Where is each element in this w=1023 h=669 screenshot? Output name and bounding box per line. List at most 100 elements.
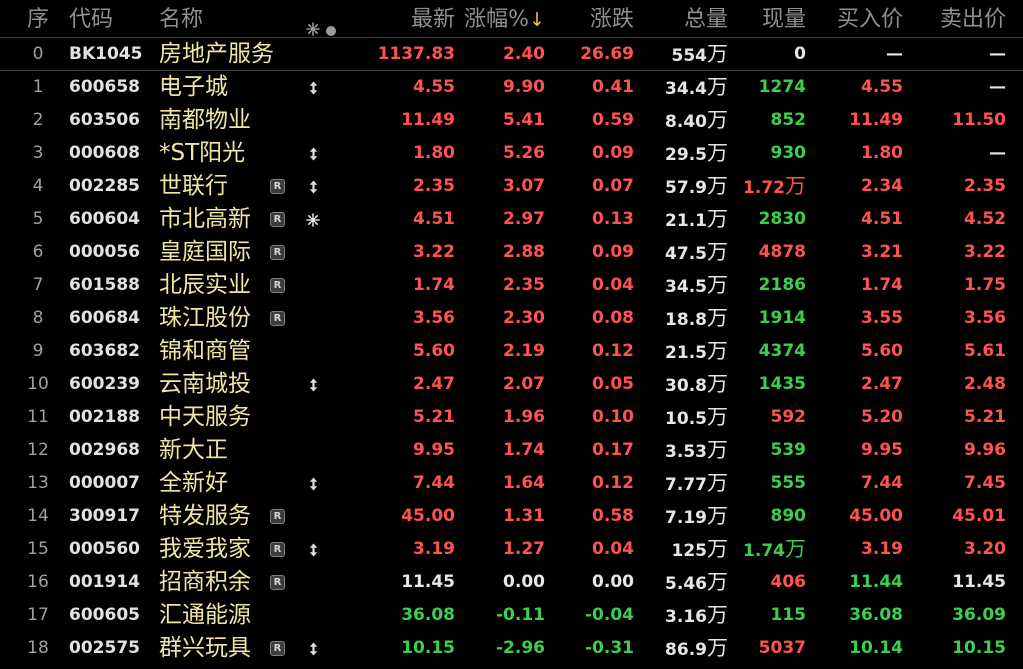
current-volume: 539 xyxy=(770,440,807,460)
current-volume: 592 xyxy=(770,407,807,427)
table-row[interactable]: 11 002188 中天服务 5.21 1.96 0.10 10.5万 592 5.20 5.21 xyxy=(0,401,1023,434)
unit-wan: 万 xyxy=(707,240,728,264)
row-index: 11 xyxy=(27,407,49,427)
change-amount: 0.00 xyxy=(592,572,634,592)
latest-price: 9.95 xyxy=(413,440,455,460)
table-row[interactable]: 13 000007 全新好 7.44 1.64 0.12 7.77万 555 7.44 7.45 xyxy=(0,467,1023,500)
ask-price: 9.96 xyxy=(964,440,1006,460)
latest-price: 2.35 xyxy=(413,176,455,196)
change-amount: 0.12 xyxy=(592,341,634,361)
change-amount: 0.17 xyxy=(592,440,634,460)
total-volume: 7.19万 xyxy=(665,504,728,528)
latest-price: 5.21 xyxy=(413,407,455,427)
ask-price: 10.15 xyxy=(952,638,1006,658)
margin-badge: R xyxy=(270,641,285,656)
stock-code: 000560 xyxy=(69,539,140,559)
change-percent: 2.07 xyxy=(503,374,545,394)
change-amount: -0.04 xyxy=(585,605,634,625)
unit-wan: 万 xyxy=(707,537,728,561)
column-header-flags[interactable] xyxy=(306,2,340,37)
column-header-index[interactable]: 序 xyxy=(18,2,58,37)
total-volume: 7.77万 xyxy=(665,471,728,495)
stock-name: 汇通能源 xyxy=(159,602,251,628)
table-row[interactable]: 7 601588 北辰实业 R 1.74 2.35 0.04 34.5万 2186 1.74 1.7… xyxy=(0,269,1023,302)
stock-name: 珠江股份 xyxy=(159,305,251,331)
total-volume: 21.1万 xyxy=(665,207,728,231)
table-row[interactable]: 18 002575 群兴玩具 R 10.15 -2.96 -0.31 86.9万 5037 10.… xyxy=(0,632,1023,665)
total-volume: 57.9万 xyxy=(665,174,728,198)
column-header-latest[interactable]: 最新 xyxy=(411,2,455,37)
table-row[interactable]: 16 001914 招商积余 R 11.45 0.00 0.00 5.46万 406 11.44 1… xyxy=(0,566,1023,599)
table-row[interactable]: 9 603682 锦和商管 5.60 2.19 0.12 21.5万 4374 5.60 5.61 xyxy=(0,335,1023,368)
margin-badge: R xyxy=(270,179,285,194)
total-volume: 21.5万 xyxy=(665,339,728,363)
row-index: 14 xyxy=(27,506,49,526)
change-percent: 1.74 xyxy=(503,440,545,460)
change-percent: 2.35 xyxy=(503,275,545,295)
table-row[interactable]: 6 000056 皇庭国际 R 3.22 2.88 0.09 47.5万 4878 3.21 3.2… xyxy=(0,236,1023,269)
bid-price: 3.55 xyxy=(861,308,903,328)
margin-badge: R xyxy=(270,542,285,557)
table-row[interactable]: 10 600239 云南城投 2.47 2.07 0.05 30.8万 1435 2.47 2.4… xyxy=(0,368,1023,401)
change-percent: -0.11 xyxy=(496,605,545,625)
bid-price: — xyxy=(886,44,903,64)
row-index: 2 xyxy=(32,110,44,130)
latest-price: 5.60 xyxy=(413,341,455,361)
column-header-current-volume[interactable]: 现量 xyxy=(762,2,806,37)
change-percent: 2.19 xyxy=(503,341,545,361)
ask-price: 11.45 xyxy=(952,572,1006,592)
total-volume: 125万 xyxy=(671,537,729,561)
table-row[interactable]: 1 600658 电子城 4.55 9.90 0.41 34.4万 1274 4.55 — xyxy=(0,71,1023,104)
column-header-code[interactable]: 代码 xyxy=(69,2,113,37)
change-amount: 0.04 xyxy=(592,539,634,559)
stock-code: 600605 xyxy=(69,605,140,625)
table-row[interactable]: 0 BK1045 房地产服务 1137.83 2.40 26.69 554万 0 — — xyxy=(0,38,1023,71)
change-amount: 0.09 xyxy=(592,242,634,262)
up-down-arrow-icon xyxy=(306,71,320,104)
table-row[interactable]: 8 600684 珠江股份 R 3.56 2.30 0.08 18.8万 1914 3.55 3.5… xyxy=(0,302,1023,335)
latest-price: 4.51 xyxy=(413,209,455,229)
unit-wan: 万 xyxy=(707,603,728,627)
table-row[interactable]: 14 300917 特发服务 R 45.00 1.31 0.58 7.19万 890 45.00 4… xyxy=(0,500,1023,533)
change-amount: 0.05 xyxy=(592,374,634,394)
change-amount: 0.41 xyxy=(592,77,634,97)
table-row[interactable]: 12 002968 新大正 9.95 1.74 0.17 3.53万 539 9.95 9.96 xyxy=(0,434,1023,467)
stock-code: 002575 xyxy=(69,638,140,658)
column-header-change[interactable]: 涨跌 xyxy=(590,2,634,37)
row-index: 15 xyxy=(27,539,49,559)
column-header-change-percent[interactable]: 涨幅%↓ xyxy=(464,2,545,37)
ask-price: 2.35 xyxy=(964,176,1006,196)
table-row[interactable]: 3 000608 *ST阳光 1.80 5.26 0.09 29.5万 930 1.80 — xyxy=(0,137,1023,170)
unit-wan: 万 xyxy=(707,306,728,330)
table-row[interactable]: 2 603506 南都物业 11.49 5.41 0.59 8.40万 852 11.49 11.… xyxy=(0,104,1023,137)
column-header-name[interactable]: 名称 xyxy=(159,2,203,37)
column-header-total-volume[interactable]: 总量 xyxy=(684,2,728,37)
change-percent: 2.30 xyxy=(503,308,545,328)
column-header-bid[interactable]: 买入价 xyxy=(837,2,903,37)
table-row[interactable]: 5 600604 市北高新 R 4.51 2.97 0.13 21.1万 2830 4.51 4.5… xyxy=(0,203,1023,236)
row-index: 6 xyxy=(32,242,44,262)
total-volume: 86.9万 xyxy=(665,636,728,660)
column-header-ask[interactable]: 卖出价 xyxy=(940,2,1006,37)
table-row[interactable]: 15 000560 我爱我家 R 3.19 1.27 0.04 125万 1.74万 3.19 3.… xyxy=(0,533,1023,566)
total-volume: 8.40万 xyxy=(665,108,728,132)
stock-code: 600658 xyxy=(69,77,140,97)
table-row[interactable]: 17 600605 汇通能源 36.08 -0.11 -0.04 3.16万 115 36.08… xyxy=(0,599,1023,632)
ask-price: 5.21 xyxy=(964,407,1006,427)
latest-price: 3.56 xyxy=(413,308,455,328)
unit-wan: 万 xyxy=(707,570,728,594)
latest-price: 3.19 xyxy=(413,539,455,559)
table-row[interactable]: 4 002285 世联行 R 2.35 3.07 0.07 57.9万 1.72万 2.34 2.3… xyxy=(0,170,1023,203)
latest-price: 7.44 xyxy=(413,473,455,493)
unit-wan: 万 xyxy=(707,438,728,462)
row-index: 8 xyxy=(32,308,44,328)
current-volume: 115 xyxy=(770,605,807,625)
margin-badge: R xyxy=(270,509,285,524)
total-volume: 29.5万 xyxy=(665,141,728,165)
change-amount: 0.59 xyxy=(592,110,634,130)
total-volume: 5.46万 xyxy=(665,570,728,594)
stock-name: 中天服务 xyxy=(159,404,251,430)
stock-code: 601588 xyxy=(69,275,140,295)
stock-name: *ST阳光 xyxy=(159,140,246,166)
stock-name: 皇庭国际 xyxy=(159,239,251,265)
